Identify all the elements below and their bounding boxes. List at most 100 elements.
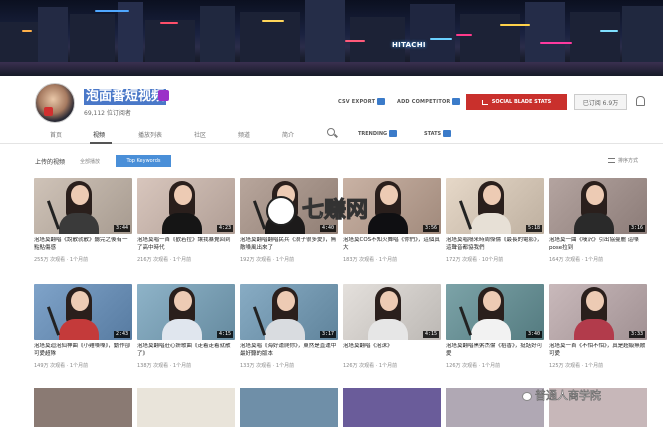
video-thumbnail[interactable]: 3:33 bbox=[549, 284, 647, 340]
sort-label: 排序方式 bbox=[618, 158, 639, 164]
video-meta: 138万 次观看 · 1个月前 bbox=[137, 363, 192, 369]
add-competitor-label: ADD COMPETITOR bbox=[397, 99, 451, 105]
video-title[interactable]: 泡塔莫翻唱黑粥杰倫《稻香》，挺話好可愛 bbox=[446, 343, 544, 358]
video-title[interactable]: 泡塔莫翻唱翻唱民兵《浪子很多愛》，無敵嗓風出來了 bbox=[240, 237, 338, 252]
video-title[interactable]: 泡塔莫迴泡仙神曲《小雞嗓嗓》，動作卻可愛超隊 bbox=[34, 343, 132, 358]
video-thumbnail[interactable]: 3:40 bbox=[446, 284, 544, 340]
video-title[interactable]: 泡塔莫唱隔米時周傑倫《最長的電影》，這聲音都協我們 bbox=[446, 237, 544, 252]
video-duration: 4:15 bbox=[422, 331, 439, 338]
sort-button[interactable]: 排序方式 bbox=[608, 157, 638, 164]
video-meta: 126万 次观看 · 1个月前 bbox=[343, 363, 398, 369]
tab-stats[interactable]: STATS bbox=[424, 130, 452, 137]
section-title: 上传的视频 bbox=[35, 159, 66, 166]
video-thumbnail[interactable]: 4:15 bbox=[343, 284, 441, 340]
tab-trending-label: TRENDING bbox=[358, 131, 388, 137]
video-thumbnail[interactable]: 4:23 bbox=[137, 178, 235, 234]
video-meta: 126万 次观看 · 1个月前 bbox=[446, 363, 501, 369]
video-thumbnail[interactable]: 4:15 bbox=[137, 284, 235, 340]
social-blade-stats-label: SOCIAL BLADE STATS bbox=[491, 99, 552, 105]
video-title[interactable]: 泡塔莫COS不知火舞唱《你們》，這個真大 bbox=[343, 237, 441, 252]
video-card[interactable]: 4:23 泡塔莫唱一首《歡若拉》讓我暴覺回到了高中時代 216万 次观看 · 1个月… bbox=[137, 178, 235, 263]
video-title[interactable]: 泡塔莫翻唱《泡沫》 bbox=[343, 343, 441, 358]
banner-neon-sign: HITACHI bbox=[392, 41, 426, 49]
sort-icon bbox=[608, 158, 615, 163]
channel-banner: HITACHI bbox=[0, 0, 663, 76]
watermark-text: 七赚网 bbox=[301, 198, 369, 224]
socialblade-icon bbox=[389, 130, 398, 137]
chat-icon bbox=[522, 391, 532, 401]
video-duration: 5:18 bbox=[525, 225, 542, 232]
video-meta: 183万 次观看 · 1个月前 bbox=[343, 257, 398, 263]
video-duration: 2:43 bbox=[113, 331, 130, 338]
bell-icon[interactable] bbox=[636, 96, 645, 106]
video-duration: 3:44 bbox=[113, 225, 130, 232]
socialblade-icon bbox=[377, 98, 386, 105]
active-tab-indicator bbox=[90, 142, 112, 144]
video-card[interactable]: 3:16 泡塔莫一曲《嘆沢》引出協曼麗 這嗓pose拉到 164万 次观看 · 1个… bbox=[549, 178, 647, 263]
search-icon[interactable] bbox=[327, 128, 335, 136]
video-duration: 3:40 bbox=[525, 331, 542, 338]
socialblade-icon bbox=[443, 130, 452, 137]
video-duration: 3:56 bbox=[422, 225, 439, 232]
watermark-logo-icon bbox=[266, 196, 296, 226]
socialblade-icon bbox=[452, 98, 461, 105]
video-title[interactable]: 泡塔莫唱一首《歡若拉》讓我暴覺回到了高中時代 bbox=[137, 237, 235, 252]
tab-trending[interactable]: TRENDING bbox=[358, 130, 398, 137]
site-watermark: 七赚网 bbox=[266, 196, 396, 226]
social-blade-stats-button[interactable]: SOCIAL BLADE STATS bbox=[466, 94, 567, 110]
tab-playlists[interactable]: 播放列表 bbox=[138, 130, 162, 139]
csv-export-label: CSV EXPORT bbox=[338, 99, 376, 105]
channel-name[interactable]: 泡面番短视频 bbox=[84, 89, 167, 105]
video-meta: 192万 次观看 · 1个月前 bbox=[240, 257, 295, 263]
video-meta: 125万 次观看 · 1个月前 bbox=[549, 363, 604, 369]
tab-about[interactable]: 简介 bbox=[282, 130, 294, 139]
video-duration: 3:33 bbox=[628, 331, 645, 338]
video-thumbnail[interactable]: 5:18 bbox=[446, 178, 544, 234]
video-card[interactable]: 3:33 泡塔莫一首《不怕不怕》，真是超級無敵可愛 125万 次观看 · 1个月前 bbox=[549, 284, 647, 369]
video-card[interactable]: 2:43 泡塔莫迴泡仙神曲《小雞嗓嗓》，動作卻可愛超隊 149万 次观看 · 1个月… bbox=[34, 284, 132, 369]
tab-videos[interactable]: 视频 bbox=[93, 130, 105, 139]
top-keywords-button[interactable]: Top Keywords bbox=[116, 155, 171, 167]
video-thumbnail[interactable]: 2:43 bbox=[34, 284, 132, 340]
footer-watermark: 普通人商学院 bbox=[522, 387, 601, 403]
csv-export-link[interactable]: CSV EXPORT bbox=[338, 98, 386, 105]
video-row: 3:44 泡塔莫翻唱《說散就散》聽完之後有一點點傷感 255万 次观看 · 1个月前… bbox=[34, 178, 647, 278]
footer-watermark-text: 普通人商学院 bbox=[535, 389, 602, 403]
video-duration: 4:15 bbox=[216, 331, 233, 338]
video-title[interactable]: 泡塔莫翻唱《說散就散》聽完之後有一點點傷感 bbox=[34, 237, 132, 252]
tab-channels[interactable]: 频道 bbox=[238, 130, 250, 139]
tab-community[interactable]: 社区 bbox=[194, 130, 206, 139]
video-meta: 164万 次观看 · 1个月前 bbox=[549, 257, 604, 263]
video-meta: 133万 次观看 · 1个月前 bbox=[240, 363, 295, 369]
video-duration: 3:17 bbox=[319, 331, 336, 338]
subscribed-button[interactable]: 已订阅 6.9万 bbox=[574, 94, 627, 110]
video-duration: 4:23 bbox=[216, 225, 233, 232]
video-meta: 172万 次观看 · 10个月前 bbox=[446, 257, 504, 263]
subscriber-count: 69,112 位订阅者 bbox=[84, 110, 131, 117]
video-thumbnail[interactable]: 3:17 bbox=[240, 284, 338, 340]
video-title[interactable]: 泡塔莫唱《海好運爬你》，東然是直運中最好聽的版本 bbox=[240, 343, 338, 358]
bar-chart-icon bbox=[481, 99, 488, 105]
video-title[interactable]: 泡塔莫翻唱莊心妍歌曲《走着走着就散了》 bbox=[137, 343, 235, 358]
tab-stats-label: STATS bbox=[424, 131, 442, 137]
channel-avatar[interactable] bbox=[35, 83, 75, 123]
video-card[interactable]: 3:44 泡塔莫翻唱《說散就散》聽完之後有一點點傷感 255万 次观看 · 1个月前 bbox=[34, 178, 132, 263]
video-title[interactable]: 泡塔莫一曲《嘆沢》引出協曼麗 這嗓pose拉到 bbox=[549, 237, 647, 252]
video-card[interactable]: 4:15 泡塔莫翻唱《泡沫》 126万 次观看 · 1个月前 bbox=[343, 284, 441, 369]
video-card[interactable]: 3:40 泡塔莫翻唱黑粥杰倫《稻香》，挺話好可愛 126万 次观看 · 1个月前 bbox=[446, 284, 544, 369]
video-thumbnail[interactable]: 3:44 bbox=[34, 178, 132, 234]
video-meta: 216万 次观看 · 1个月前 bbox=[137, 257, 192, 263]
play-all-link[interactable]: 全部播放 bbox=[80, 158, 100, 165]
video-card[interactable]: 5:18 泡塔莫唱隔米時周傑倫《最長的電影》，這聲音都協我們 172万 次观看 · … bbox=[446, 178, 544, 263]
avatar-badge-icon bbox=[44, 107, 53, 116]
video-title[interactable]: 泡塔莫一首《不怕不怕》，真是超級無敵可愛 bbox=[549, 343, 647, 358]
video-card[interactable]: 3:17 泡塔莫唱《海好運爬你》，東然是直運中最好聽的版本 133万 次观看 · 1… bbox=[240, 284, 338, 369]
video-thumbnail[interactable]: 3:16 bbox=[549, 178, 647, 234]
channel-extension-icon[interactable] bbox=[158, 90, 169, 101]
video-meta: 149万 次观看 · 1个月前 bbox=[34, 363, 89, 369]
tab-home[interactable]: 首页 bbox=[50, 130, 62, 139]
video-duration: 3:16 bbox=[628, 225, 645, 232]
video-card[interactable]: 4:15 泡塔莫翻唱莊心妍歌曲《走着走着就散了》 138万 次观看 · 1个月前 bbox=[137, 284, 235, 369]
add-competitor-link[interactable]: ADD COMPETITOR bbox=[397, 98, 461, 105]
video-duration: 4:40 bbox=[319, 225, 336, 232]
